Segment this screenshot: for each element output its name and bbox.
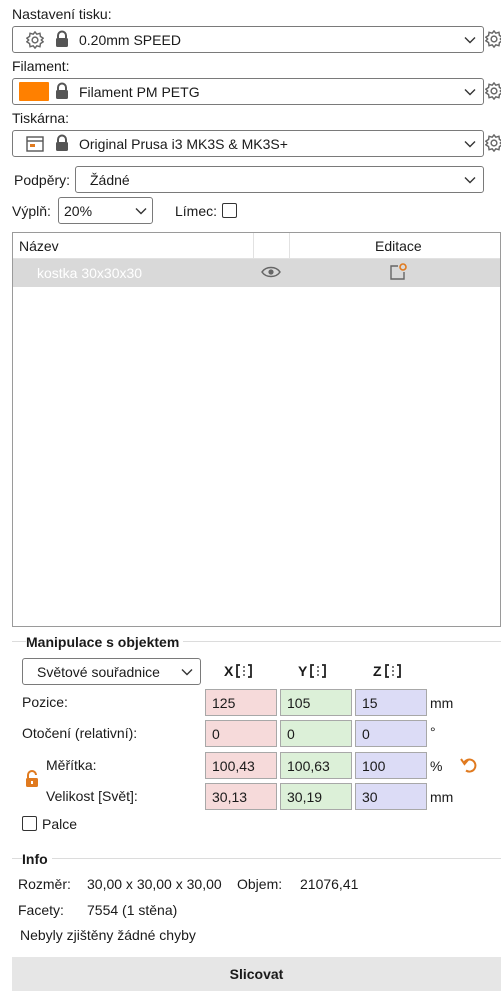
scale-x-field[interactable]: 100,43: [205, 752, 277, 779]
axis-x-header: X: [224, 663, 253, 679]
list-item[interactable]: kostka 30x30x30: [13, 259, 500, 287]
info-title: Info: [22, 851, 52, 867]
size-label: Velikost [Svět]:: [46, 788, 138, 804]
size-z-field[interactable]: 30: [355, 783, 427, 810]
scale-label: Měřítka:: [46, 757, 97, 773]
rotation-label: Otočení (relativní):: [22, 725, 138, 741]
object-list-header: Název Editace: [13, 233, 500, 259]
brim-label: Límec:: [175, 203, 218, 219]
scale-z-field[interactable]: 100: [355, 752, 427, 779]
unlock-icon[interactable]: [24, 770, 40, 788]
info-facets-value: 7554 (1 stěna): [87, 902, 178, 918]
position-label: Pozice:: [22, 694, 68, 710]
chevron-down-icon: [181, 669, 193, 676]
lock-icon: [56, 30, 68, 47]
supports-value: Žádné: [90, 172, 130, 188]
object-list[interactable]: Název Editace kostka 30x30x30: [12, 232, 501, 627]
printer-icon: [26, 136, 44, 152]
chevron-down-icon: [464, 89, 476, 96]
column-divider: [289, 233, 290, 259]
position-x-field[interactable]: 125: [205, 689, 277, 716]
chevron-down-icon: [464, 141, 476, 148]
supports-combo[interactable]: Žádné: [75, 166, 484, 193]
lock-icon: [56, 82, 68, 99]
eye-icon[interactable]: [261, 265, 281, 279]
position-y-field[interactable]: 105: [280, 689, 352, 716]
info-size-label: Rozměr:: [18, 876, 71, 892]
size-unit: mm: [430, 789, 454, 805]
filament-value: Filament PM PETG: [79, 84, 200, 100]
slice-button[interactable]: Slicovat: [12, 957, 501, 991]
reset-scale-icon[interactable]: [460, 756, 478, 774]
info-volume-value: 21076,41: [300, 876, 359, 892]
inches-checkbox[interactable]: [22, 816, 37, 831]
axis-z-header: Z: [373, 663, 401, 679]
axis-z-label: Z: [373, 663, 382, 679]
printer-label: Tiskárna:: [12, 110, 70, 126]
brim-checkbox[interactable]: [222, 203, 237, 218]
size-y-field[interactable]: 30,19: [280, 783, 352, 810]
filament-label: Filament:: [12, 58, 70, 74]
printer-value: Original Prusa i3 MK3S & MK3S+: [79, 136, 288, 152]
axis-drop-icon[interactable]: [310, 663, 327, 679]
filament-combo[interactable]: Filament PM PETG: [12, 78, 484, 105]
print-settings-edit-gear-icon[interactable]: [485, 30, 501, 48]
rotation-y-field[interactable]: 0: [280, 720, 352, 747]
info-divider: [12, 858, 501, 859]
lock-icon: [56, 134, 68, 151]
print-settings-combo[interactable]: 0.20mm SPEED: [12, 26, 484, 53]
coord-system-value: Světové souřadnice: [37, 664, 160, 680]
edit-settings-icon[interactable]: [389, 263, 407, 281]
print-settings-label: Nastavení tisku:: [12, 6, 112, 22]
size-x-field[interactable]: 30,13: [205, 783, 277, 810]
info-volume-label: Objem:: [237, 876, 283, 892]
scale-unit: %: [430, 758, 443, 774]
axis-y-header: Y: [298, 663, 327, 679]
rotation-z-field[interactable]: 0: [355, 720, 427, 747]
chevron-down-icon: [464, 177, 476, 184]
rotation-unit: °: [430, 724, 436, 740]
manipulation-title: Manipulace s objektem: [26, 634, 184, 650]
column-divider: [253, 233, 254, 259]
printer-edit-gear-icon[interactable]: [485, 134, 501, 152]
axis-drop-icon[interactable]: [384, 663, 401, 679]
axis-drop-icon[interactable]: [236, 663, 253, 679]
object-name: kostka 30x30x30: [37, 265, 143, 281]
inches-label: Palce: [42, 816, 78, 832]
chevron-down-icon: [464, 37, 476, 44]
filament-color-swatch[interactable]: [19, 82, 49, 101]
chevron-down-icon: [135, 208, 147, 215]
infill-label: Výplň:: [12, 203, 51, 219]
infill-combo[interactable]: 20%: [58, 197, 153, 224]
column-header-name[interactable]: Název: [19, 238, 59, 254]
info-facets-label: Facety:: [18, 902, 64, 918]
print-settings-value: 0.20mm SPEED: [79, 32, 181, 48]
info-size-value: 30,00 x 30,00 x 30,00: [87, 876, 222, 892]
infill-value: 20%: [64, 203, 93, 219]
axis-x-label: X: [224, 663, 234, 679]
filament-edit-gear-icon[interactable]: [485, 82, 501, 100]
position-z-field[interactable]: 15: [355, 689, 427, 716]
printer-combo[interactable]: Original Prusa i3 MK3S & MK3S+: [12, 130, 484, 157]
info-errors-text: Nebyly zjištěny žádné chyby: [20, 927, 196, 943]
axis-y-label: Y: [298, 663, 308, 679]
supports-label: Podpěry:: [14, 172, 71, 188]
scale-y-field[interactable]: 100,63: [280, 752, 352, 779]
position-unit: mm: [430, 695, 454, 711]
rotation-x-field[interactable]: 0: [205, 720, 277, 747]
column-header-editing[interactable]: Editace: [375, 238, 422, 254]
coord-system-combo[interactable]: Světové souřadnice: [22, 658, 201, 685]
gear-icon: [26, 31, 44, 49]
